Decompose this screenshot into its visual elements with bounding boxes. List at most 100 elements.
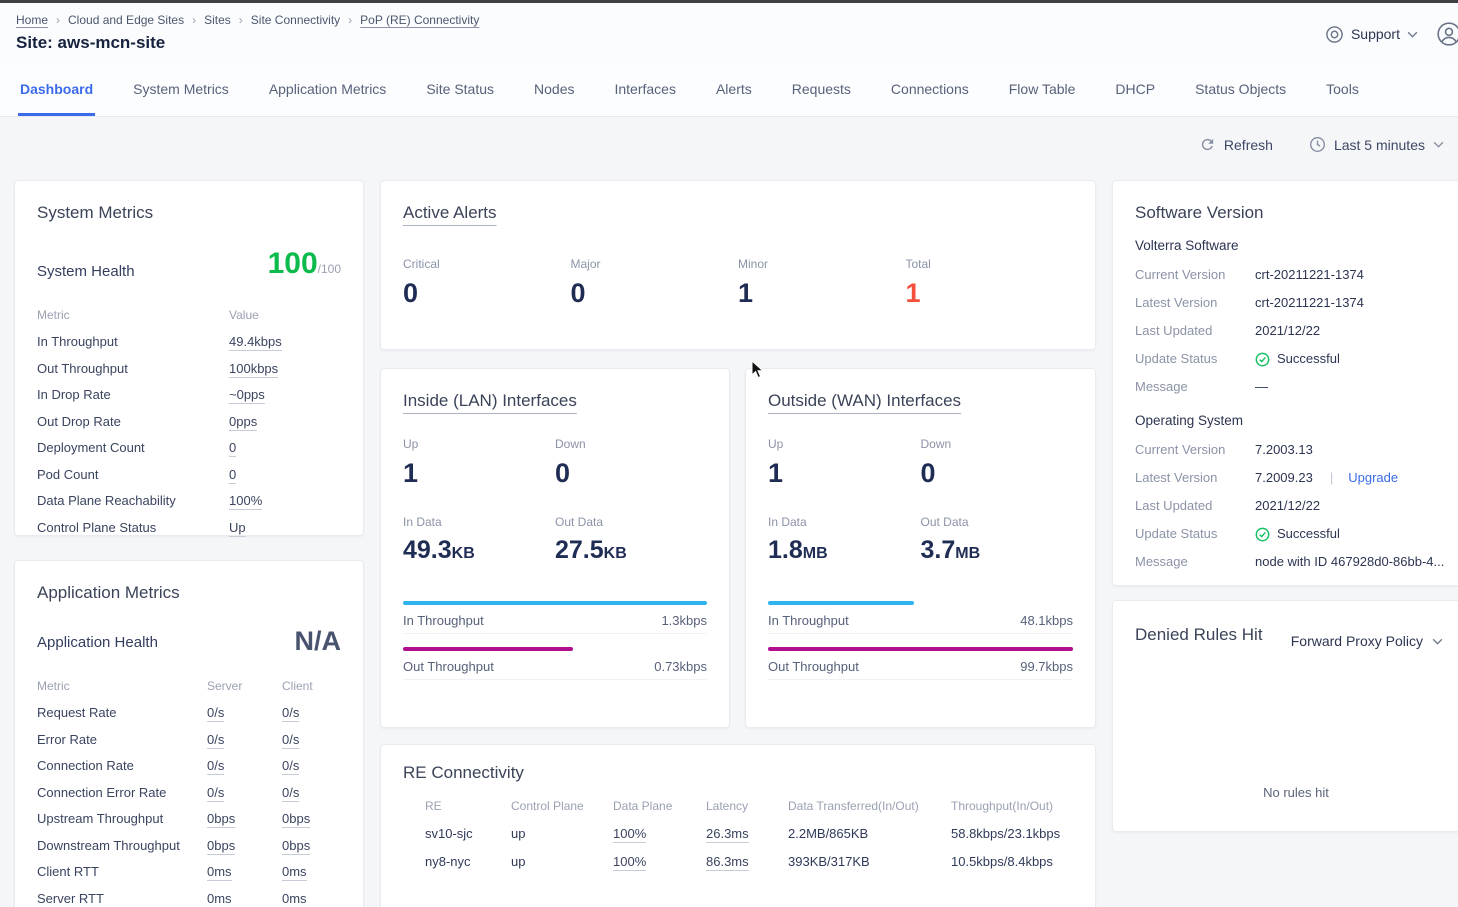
- lan-in-throughput-gauge: In Throughput1.3kbps: [403, 601, 707, 634]
- out-throughput-bar: [403, 647, 573, 651]
- tab-dhcp[interactable]: DHCP: [1113, 81, 1157, 116]
- table-row: Update Status Successful: [1135, 351, 1457, 367]
- life-buoy-icon: [1325, 25, 1344, 44]
- breadcrumb-separator: ›: [348, 13, 352, 27]
- policy-selector-dropdown[interactable]: Forward Proxy Policy: [1291, 633, 1443, 649]
- application-metrics-title: Application Metrics: [37, 583, 341, 603]
- system-metrics-table: Metric Value In Throughput49.4kbps Out T…: [37, 308, 341, 535]
- latency-link[interactable]: 86.3ms: [706, 854, 749, 871]
- table-row: Latest Versioncrt-20211221-1374: [1135, 295, 1457, 311]
- active-alerts-title[interactable]: Active Alerts: [403, 203, 497, 223]
- tab-status-objects[interactable]: Status Objects: [1193, 81, 1288, 116]
- metric-value-link[interactable]: 0pps: [229, 414, 257, 431]
- table-row: Server RTT0ms0ms: [37, 892, 341, 906]
- client-value-link[interactable]: 0/s: [282, 705, 299, 722]
- tab-requests[interactable]: Requests: [790, 81, 853, 116]
- breadcrumb-sites[interactable]: Sites: [204, 13, 231, 27]
- server-value-link[interactable]: 0bps: [207, 838, 235, 855]
- metric-value-link[interactable]: ~0pps: [229, 387, 265, 404]
- table-row: Last Updated2021/12/22: [1135, 323, 1457, 339]
- app-header: Home › Cloud and Edge Sites › Sites › Si…: [0, 3, 1458, 62]
- chevron-down-icon: [1433, 141, 1444, 148]
- tab-site-status[interactable]: Site Status: [424, 81, 496, 116]
- operating-system-section-title: Operating System: [1135, 413, 1457, 428]
- out-throughput-bar: [768, 647, 1073, 651]
- tab-flow-table[interactable]: Flow Table: [1007, 81, 1078, 116]
- client-value-link[interactable]: 0ms: [282, 891, 307, 907]
- re-connectivity-title: RE Connectivity: [403, 763, 1073, 783]
- data-transferred-value: 393KB/317KB: [788, 854, 951, 869]
- breadcrumb-site-connectivity[interactable]: Site Connectivity: [251, 13, 340, 27]
- metric-value-link[interactable]: Up: [229, 520, 246, 537]
- server-value-link[interactable]: 0/s: [207, 758, 224, 775]
- chevron-down-icon: [1432, 638, 1443, 645]
- column-header-data-transferred: Data Transferred(In/Out): [788, 799, 951, 813]
- application-metrics-table: Metric Server Client Request Rate0/s0/s …: [37, 679, 341, 906]
- server-value-link[interactable]: 0/s: [207, 705, 224, 722]
- table-row: Last Updated2021/12/22: [1135, 498, 1457, 514]
- table-row: Downstream Throughput0bps0bps: [37, 839, 341, 853]
- client-value-link[interactable]: 0ms: [282, 864, 307, 881]
- user-avatar-icon[interactable]: [1436, 21, 1458, 47]
- server-value-link[interactable]: 0ms: [207, 891, 232, 907]
- client-value-link[interactable]: 0bps: [282, 811, 310, 828]
- tab-interfaces[interactable]: Interfaces: [612, 81, 677, 116]
- breadcrumb-pop-re-connectivity[interactable]: PoP (RE) Connectivity: [360, 13, 479, 27]
- application-health-value: N/A: [295, 627, 342, 655]
- metric-value-link[interactable]: 100%: [229, 493, 262, 510]
- table-row: Data Plane Reachability100%: [37, 494, 341, 508]
- tab-application-metrics[interactable]: Application Metrics: [267, 81, 389, 116]
- in-throughput-bar: [403, 601, 707, 605]
- metric-value-link[interactable]: 49.4kbps: [229, 334, 282, 351]
- breadcrumb-cloud-edge-sites[interactable]: Cloud and Edge Sites: [68, 13, 184, 27]
- upgrade-link[interactable]: Upgrade: [1348, 470, 1398, 486]
- system-metrics-card: System Metrics System Health 100/100 Met…: [14, 180, 364, 536]
- lan-interfaces-card: Inside (LAN) Interfaces Up 1 Down 0 In D…: [380, 368, 730, 728]
- client-value-link[interactable]: 0/s: [282, 785, 299, 802]
- breadcrumb-home[interactable]: Home: [16, 13, 48, 27]
- server-value-link[interactable]: 0/s: [207, 732, 224, 749]
- tab-connections[interactable]: Connections: [889, 81, 971, 116]
- divider: |: [1330, 470, 1333, 486]
- table-row: Control Plane StatusUp: [37, 521, 341, 535]
- wan-interfaces-title[interactable]: Outside (WAN) Interfaces: [768, 391, 961, 411]
- latency-link[interactable]: 26.3ms: [706, 826, 749, 843]
- server-value-link[interactable]: 0bps: [207, 811, 235, 828]
- control-plane-value: up: [511, 826, 613, 841]
- breadcrumb-separator: ›: [239, 13, 243, 27]
- metric-value-link[interactable]: 0: [229, 440, 236, 457]
- client-value-link[interactable]: 0/s: [282, 732, 299, 749]
- server-value-link[interactable]: 0ms: [207, 864, 232, 881]
- data-plane-link[interactable]: 100%: [613, 854, 646, 871]
- application-health-label: Application Health: [37, 634, 158, 655]
- system-metrics-title: System Metrics: [37, 203, 341, 223]
- update-status-value: Successful: [1277, 526, 1340, 542]
- wan-in-throughput-gauge: In Throughput48.1kbps: [768, 601, 1073, 634]
- clock-icon: [1309, 136, 1326, 153]
- data-plane-link[interactable]: 100%: [613, 826, 646, 843]
- throughput-value: 58.8kbps/23.1kbps: [951, 826, 1073, 841]
- success-check-icon: [1255, 352, 1270, 367]
- metric-value-link[interactable]: 100kbps: [229, 361, 278, 378]
- lan-interfaces-title[interactable]: Inside (LAN) Interfaces: [403, 391, 577, 411]
- server-value-link[interactable]: 0/s: [207, 785, 224, 802]
- tab-tools[interactable]: Tools: [1324, 81, 1361, 116]
- dashboard-toolbar: Refresh Last 5 minutes: [1199, 136, 1444, 153]
- metric-value-link[interactable]: 0: [229, 467, 236, 484]
- tab-dashboard[interactable]: Dashboard: [18, 81, 95, 116]
- support-button[interactable]: Support: [1325, 25, 1418, 44]
- time-range-selector[interactable]: Last 5 minutes: [1309, 136, 1444, 153]
- tab-alerts[interactable]: Alerts: [714, 81, 754, 116]
- breadcrumb-separator: ›: [192, 13, 196, 27]
- tab-nodes[interactable]: Nodes: [532, 81, 576, 116]
- tab-bar: Dashboard System Metrics Application Met…: [0, 62, 1458, 117]
- client-value-link[interactable]: 0bps: [282, 838, 310, 855]
- table-row: In Throughput49.4kbps: [37, 335, 341, 349]
- tab-system-metrics[interactable]: System Metrics: [131, 81, 231, 116]
- major-alerts-stat: Major 0: [571, 257, 739, 307]
- refresh-button[interactable]: Refresh: [1199, 136, 1273, 153]
- client-value-link[interactable]: 0/s: [282, 758, 299, 775]
- table-row: Connection Rate0/s0/s: [37, 759, 341, 773]
- wan-out-data-stat: Out Data 3.7MB: [921, 515, 1074, 567]
- breadcrumb: Home › Cloud and Edge Sites › Sites › Si…: [16, 13, 479, 27]
